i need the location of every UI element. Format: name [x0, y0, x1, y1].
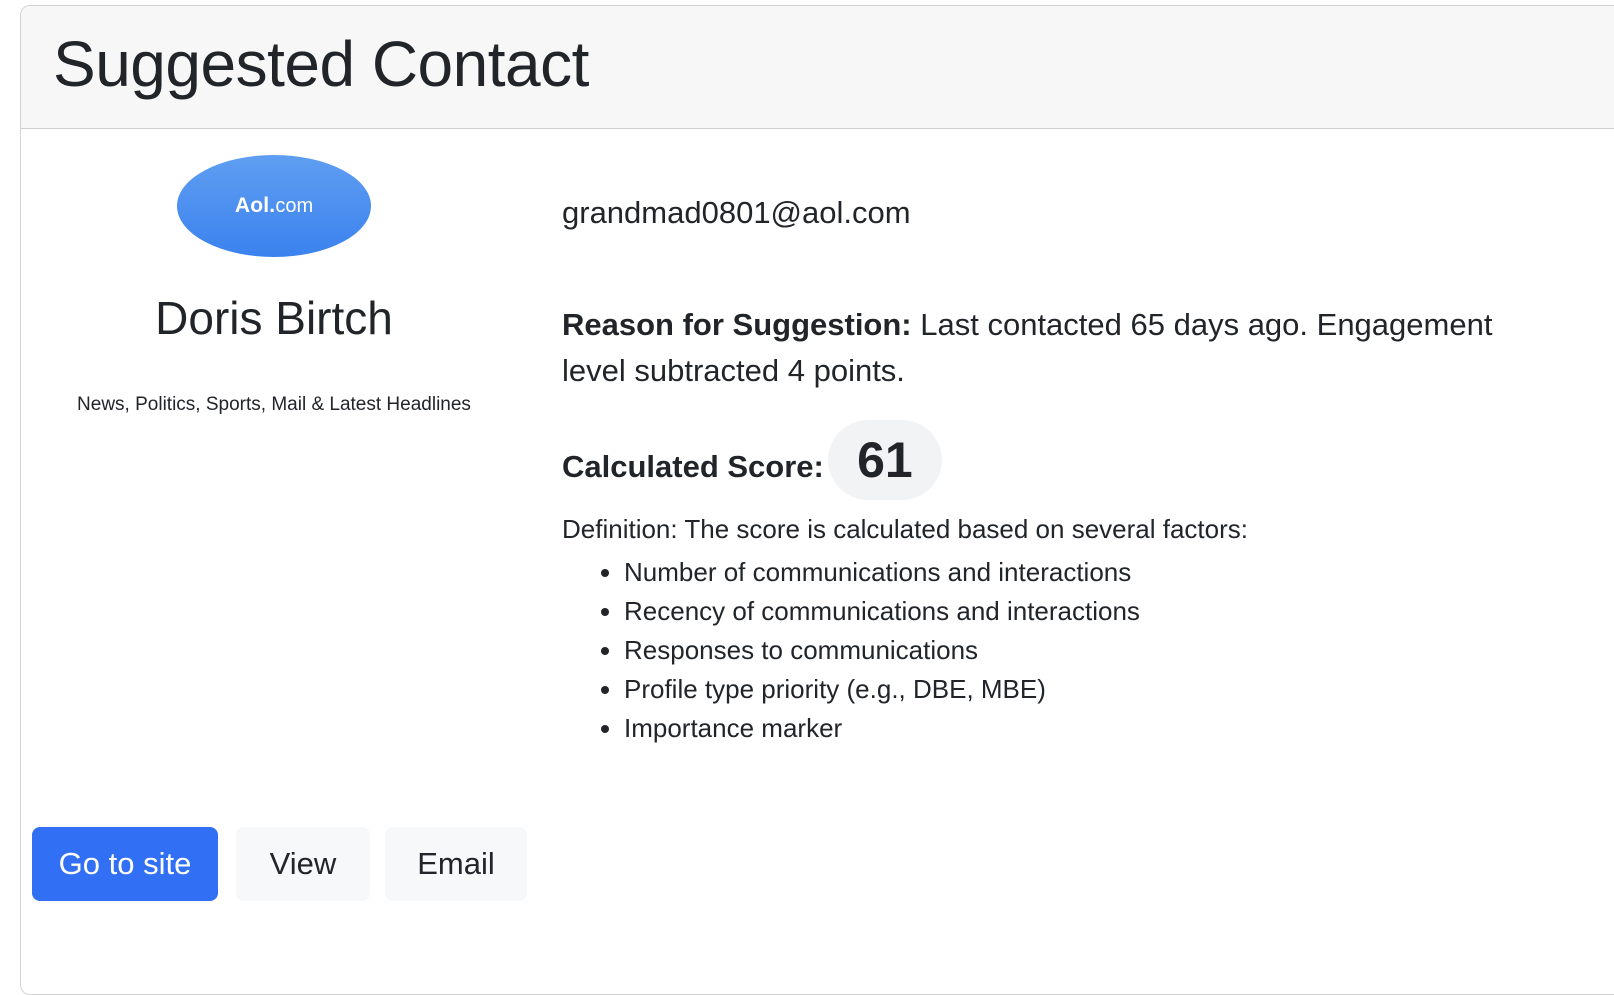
contact-email: grandmad0801@aol.com: [562, 195, 911, 230]
go-to-site-button[interactable]: Go to site: [32, 827, 218, 901]
card-header: Suggested Contact: [21, 6, 1614, 129]
list-item: Recency of communications and interactio…: [624, 592, 1140, 631]
list-item: Number of communications and interaction…: [624, 553, 1140, 592]
list-item: Responses to communications: [624, 631, 1140, 670]
email-button[interactable]: Email: [385, 827, 527, 901]
score-label: Calculated Score:: [562, 449, 824, 484]
reason-label: Reason for Suggestion:: [562, 307, 912, 342]
suggestion-reason: Reason for Suggestion: Last contacted 65…: [562, 302, 1522, 394]
logo-tld-text: com: [275, 194, 314, 217]
list-item: Importance marker: [624, 709, 1140, 748]
score-badge: 61: [827, 420, 942, 500]
score-row: Calculated Score: 61: [562, 420, 942, 500]
score-definition: Definition: The score is calculated base…: [562, 514, 1248, 544]
view-button[interactable]: View: [236, 827, 370, 901]
aol-logo: Aol. com: [177, 155, 371, 257]
contact-name: Doris Birtch: [155, 292, 393, 344]
card-title: Suggested Contact: [53, 28, 589, 100]
logo-brand-text: Aol.: [234, 194, 276, 217]
list-item: Profile type priority (e.g., DBE, MBE): [624, 670, 1140, 709]
contact-description: News, Politics, Sports, Mail & Latest He…: [77, 394, 471, 415]
score-factors-list: Number of communications and interaction…: [562, 553, 1140, 748]
